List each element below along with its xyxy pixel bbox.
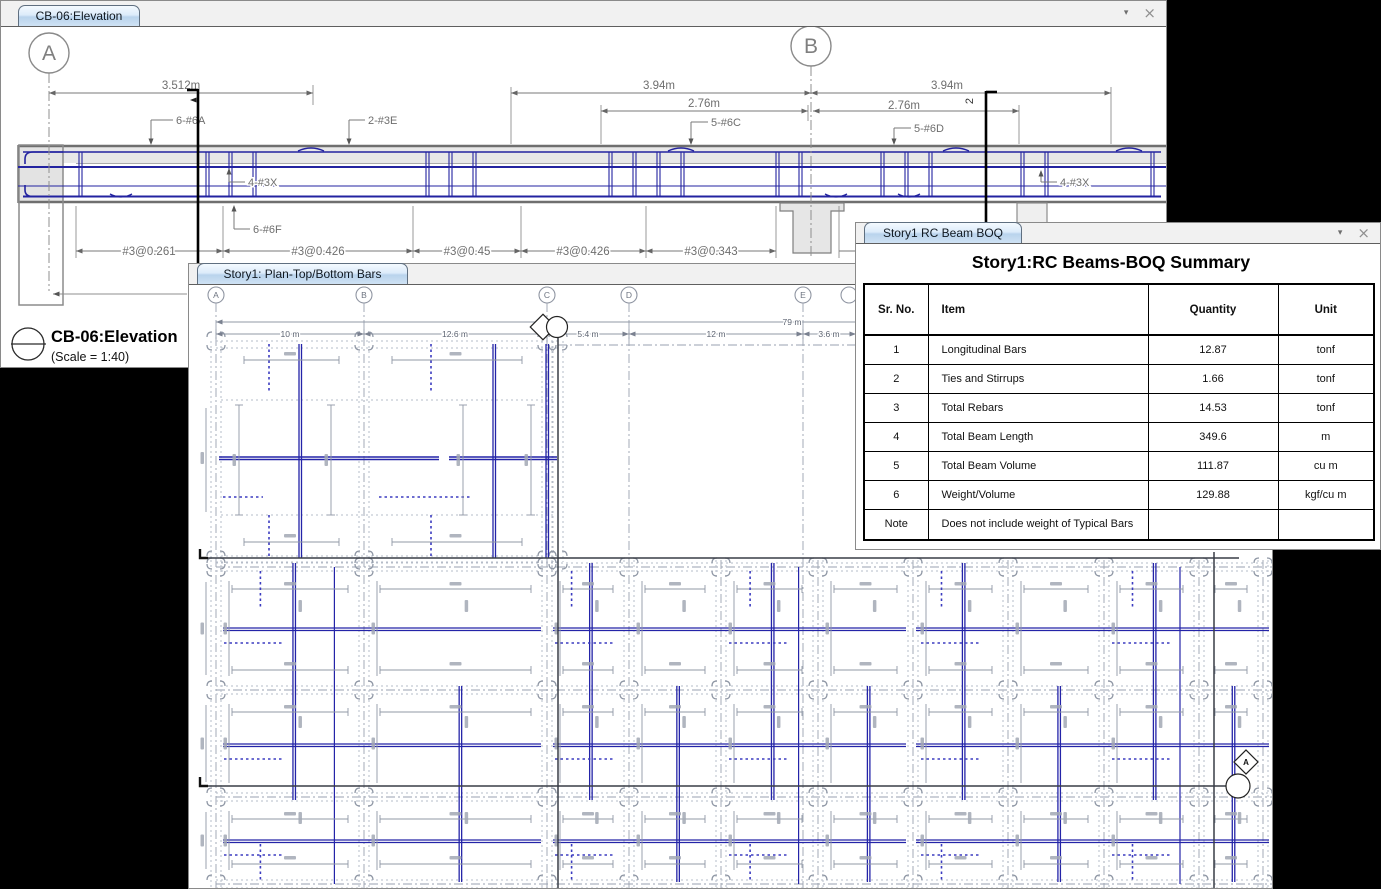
rebar-callout: 5-#6C	[711, 117, 741, 129]
stirrup-dim-label: #3@0.261	[122, 246, 175, 258]
plan-dim-label: 12.6 m	[442, 329, 468, 339]
rebar-callout: 4-#3X	[1060, 177, 1090, 189]
boq-cell: Total Rebars	[928, 393, 1148, 422]
boq-cell: kgf/cu m	[1278, 480, 1374, 509]
boq-header-cell: Quantity	[1148, 284, 1278, 335]
boq-header-row: Sr. No. Item Quantity Unit	[864, 284, 1374, 335]
boq-cell: Weight/Volume	[928, 480, 1148, 509]
view-title: CB-06:Elevation	[51, 328, 178, 346]
boq-cell: m	[1278, 422, 1374, 451]
close-icon[interactable]: ×	[1143, 6, 1156, 21]
desktop: CB-06:Elevation ▾ × AB3.512m3.94m3.94m2.…	[0, 0, 1381, 889]
grid-bubble-label: B	[361, 290, 367, 300]
boq-cell: 1	[864, 335, 928, 364]
boq-report: Story1:RC Beams-BOQ Summary Sr. No. Item…	[856, 244, 1380, 549]
boq-cell: tonf	[1278, 393, 1374, 422]
boq-table: Sr. No. Item Quantity Unit 1 Longitudina…	[863, 283, 1375, 541]
boq-cell: Total Beam Length	[928, 422, 1148, 451]
stirrup-dim-label: #3@0.45	[444, 246, 491, 258]
grid-bubble-label: A	[42, 42, 56, 65]
rebar-callout: 5-#6D	[914, 123, 944, 135]
rebar-callout: 2-#3E	[368, 115, 397, 127]
boq-cell: 1.66	[1148, 364, 1278, 393]
rebar-callout: 4-#3X	[248, 177, 278, 189]
table-row: 3 Total Rebars 14.53 tonf	[864, 393, 1374, 422]
plan-dim-label: 5.4 m	[577, 329, 598, 339]
boq-cell: 4	[864, 422, 928, 451]
dim-label: 3.94m	[931, 80, 963, 92]
table-row: Note Does not include weight of Typical …	[864, 509, 1374, 540]
table-row: 2 Ties and Stirrups 1.66 tonf	[864, 364, 1374, 393]
grid-bubble-label: A	[213, 290, 219, 300]
tab-boq-label: Story1 RC Beam BOQ	[883, 226, 1003, 240]
grid-bubble-label: E	[800, 290, 806, 300]
tab-boq[interactable]: Story1 RC Beam BOQ	[864, 222, 1022, 243]
elevation-window-controls: ▾ ×	[1124, 1, 1156, 26]
boq-cell: 3	[864, 393, 928, 422]
boq-cell: tonf	[1278, 335, 1374, 364]
collapse-icon[interactable]: ▾	[1124, 9, 1129, 18]
boq-cell: Total Beam Volume	[928, 451, 1148, 480]
boq-cell: Does not include weight of Typical Bars	[928, 509, 1148, 540]
collapse-icon[interactable]: ▾	[1338, 229, 1343, 238]
boq-cell: 129.88	[1148, 480, 1278, 509]
plan-dim-label: 79 m	[783, 317, 802, 327]
boq-window: Story1 RC Beam BOQ ▾ × Story1:RC Beams-B…	[855, 222, 1381, 550]
view-scale: (Scale = 1:40)	[51, 350, 129, 364]
plan-dim-label: 10 m	[281, 329, 300, 339]
boq-header-cell: Unit	[1278, 284, 1374, 335]
boq-cell: 5	[864, 451, 928, 480]
boq-cell: Note	[864, 509, 928, 540]
boq-cell: 111.87	[1148, 451, 1278, 480]
table-row: 4 Total Beam Length 349.6 m	[864, 422, 1374, 451]
grid-bubble-label: C	[544, 290, 550, 300]
section-marker-label: A	[1243, 758, 1249, 767]
tab-elevation[interactable]: CB-06:Elevation	[18, 5, 140, 26]
close-icon[interactable]: ×	[1357, 226, 1370, 241]
boq-header-cell: Item	[928, 284, 1148, 335]
boq-header-cell: Sr. No.	[864, 284, 928, 335]
boq-cell: 349.6	[1148, 422, 1278, 451]
plan-dim-label: 12 m	[707, 329, 726, 339]
boq-cell: 2	[864, 364, 928, 393]
dim-label: 2.76m	[688, 98, 720, 110]
section-cut-label: 2	[964, 98, 976, 104]
stirrup-dim-label: #3@0.426	[291, 246, 344, 258]
boq-cell: cu m	[1278, 451, 1374, 480]
rebar-callout: 6-#6F	[253, 224, 282, 236]
dim-label: 2.76m	[888, 100, 920, 112]
boq-report-title: Story1:RC Beams-BOQ Summary	[856, 252, 1366, 273]
dim-label: 3.94m	[643, 80, 675, 92]
boq-cell	[1278, 509, 1374, 540]
tab-elevation-label: CB-06:Elevation	[36, 9, 123, 23]
plan-dim-label: 3.6 m	[818, 329, 839, 339]
boq-titlebar: Story1 RC Beam BOQ ▾ ×	[856, 223, 1380, 244]
table-row: 5 Total Beam Volume 111.87 cu m	[864, 451, 1374, 480]
boq-cell: 12.87	[1148, 335, 1278, 364]
boq-cell: 6	[864, 480, 928, 509]
table-row: 6 Weight/Volume 129.88 kgf/cu m	[864, 480, 1374, 509]
table-row: 1 Longitudinal Bars 12.87 tonf	[864, 335, 1374, 364]
boq-window-controls: ▾ ×	[1338, 223, 1370, 243]
stirrup-dim-label: #3@0.426	[556, 246, 609, 258]
tab-plan[interactable]: Story1: Plan-Top/Bottom Bars	[197, 263, 408, 284]
elevation-titlebar: CB-06:Elevation ▾ ×	[1, 1, 1166, 27]
boq-cell: tonf	[1278, 364, 1374, 393]
rebar-callout: 6-#6A	[176, 115, 206, 127]
tab-plan-label: Story1: Plan-Top/Bottom Bars	[223, 267, 381, 281]
grid-bubble-label: D	[626, 290, 632, 300]
boq-cell: Ties and Stirrups	[928, 364, 1148, 393]
boq-cell: 14.53	[1148, 393, 1278, 422]
stirrup-dim-label: #3@0.343	[684, 246, 737, 258]
boq-cell: Longitudinal Bars	[928, 335, 1148, 364]
grid-bubble-label: B	[804, 35, 818, 58]
boq-cell	[1148, 509, 1278, 540]
